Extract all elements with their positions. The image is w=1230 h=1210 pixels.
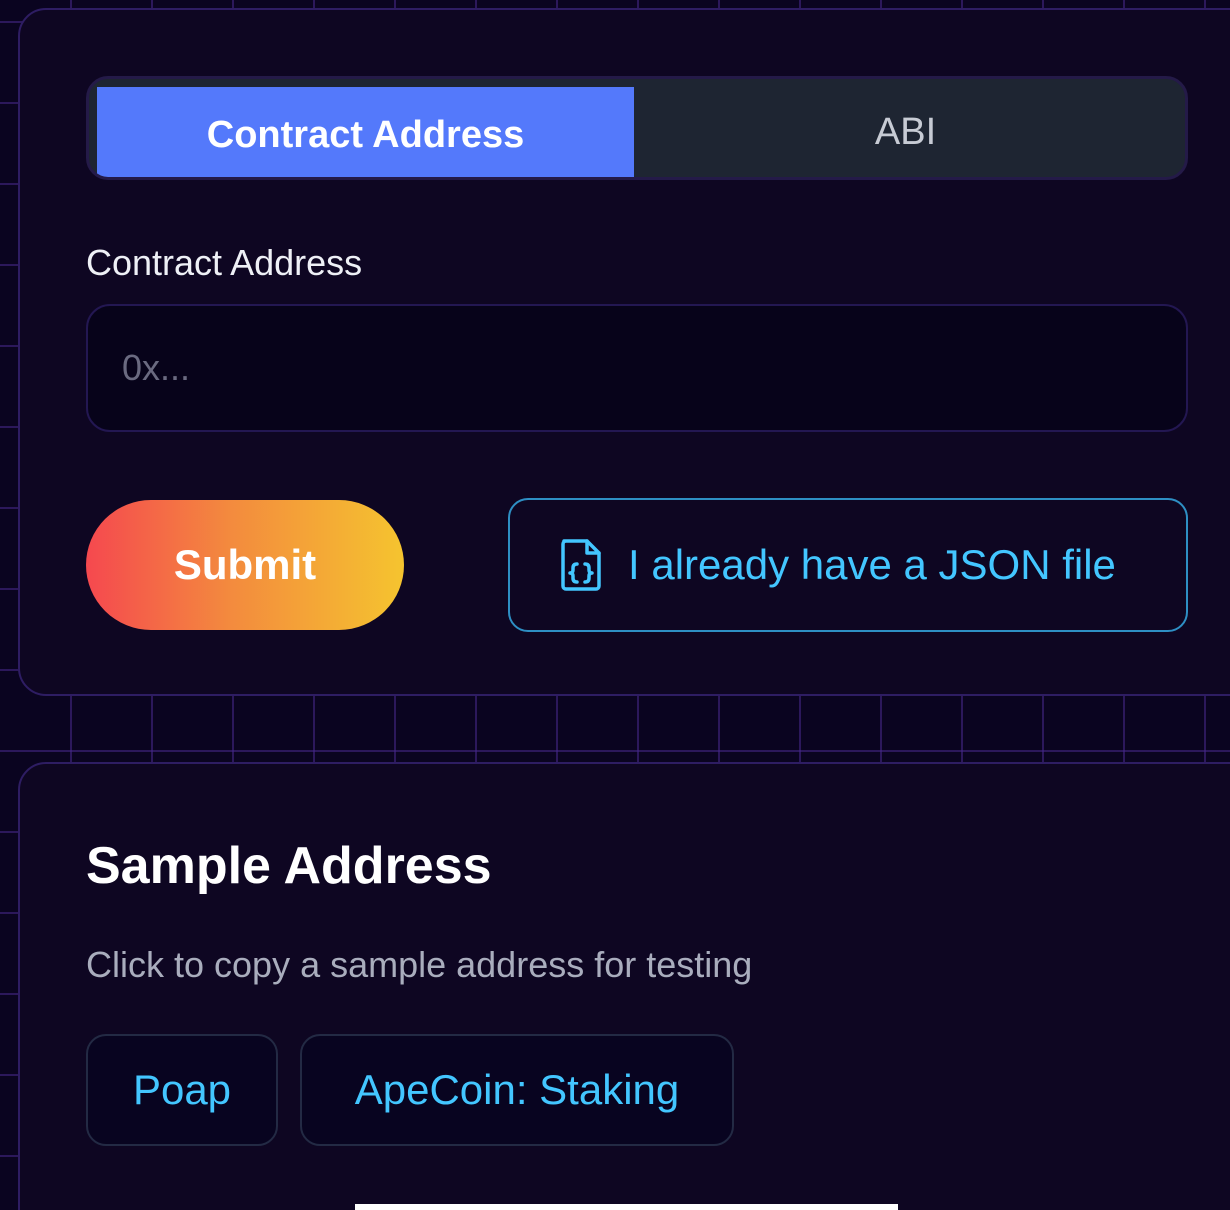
upload-json-button[interactable]: I already have a JSON file [508,498,1188,632]
contract-address-label: Contract Address [86,242,363,283]
upload-json-label: I already have a JSON file [628,541,1116,588]
sample-address-title: Sample Address [86,837,492,895]
tab-abi[interactable]: ABI [634,87,1185,177]
input-mode-tabs: Contract Address ABI [86,76,1188,180]
file-code-icon [558,538,604,592]
bottom-indicator-bar [355,1204,898,1210]
sample-address-card: Sample Address Click to copy a sample ad… [18,762,1230,1210]
sample-address-description: Click to copy a sample address for testi… [86,944,753,985]
sample-poap-button[interactable]: Poap [86,1034,278,1146]
sample-apecoin-staking-button[interactable]: ApeCoin: Staking [300,1034,734,1146]
contract-address-input[interactable] [86,304,1188,432]
submit-button[interactable]: Submit [86,500,404,630]
contract-form-card: Contract Address ABI Contract Address Su… [18,8,1230,696]
tab-contract-address[interactable]: Contract Address [97,87,634,177]
